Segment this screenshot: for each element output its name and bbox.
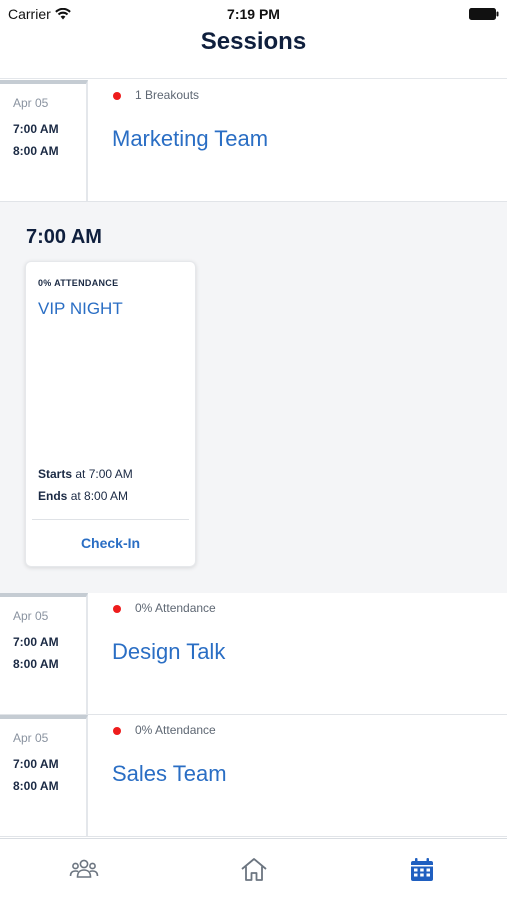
breakouts-panel: 7:00 AM 0% ATTENDANCE VIP NIGHT Starts a… bbox=[0, 202, 507, 594]
status-bar: Carrier 7:19 PM bbox=[0, 0, 507, 28]
session-title[interactable]: Marketing Team bbox=[112, 126, 268, 152]
session-status: 0% Attendance bbox=[135, 723, 216, 737]
session-start-time: 7:00 AM bbox=[13, 757, 59, 771]
breakout-title[interactable]: VIP NIGHT bbox=[38, 299, 123, 319]
card-divider bbox=[32, 519, 189, 520]
page-title: Sessions bbox=[200, 28, 307, 55]
session-end-time: 8:00 AM bbox=[13, 144, 59, 158]
session-date: Apr 05 bbox=[13, 731, 49, 745]
session-row[interactable]: Apr 05 7:00 AM 8:00 AM 1 Breakouts Marke… bbox=[0, 80, 507, 202]
tab-home[interactable] bbox=[234, 853, 274, 887]
starts-label: Starts bbox=[38, 467, 73, 481]
clock: 7:19 PM bbox=[227, 6, 280, 22]
breakout-end: Ends at 8:00 AM bbox=[38, 489, 128, 503]
check-in-button[interactable]: Check-In bbox=[26, 535, 195, 551]
session-date-column: Apr 05 7:00 AM 8:00 AM bbox=[0, 715, 88, 836]
session-status: 0% Attendance bbox=[135, 601, 216, 615]
session-status: 1 Breakouts bbox=[135, 88, 200, 102]
breakout-attendance: 0% ATTENDANCE bbox=[38, 278, 119, 288]
session-date-column: Apr 05 7:00 AM 8:00 AM bbox=[0, 593, 88, 714]
session-date: Apr 05 bbox=[13, 609, 49, 623]
tab-bar bbox=[0, 838, 507, 900]
session-start-time: 7:00 AM bbox=[13, 122, 59, 136]
session-end-time: 8:00 AM bbox=[13, 779, 59, 793]
tab-attendees[interactable] bbox=[64, 853, 104, 887]
status-dot-icon bbox=[113, 727, 121, 735]
battery-icon bbox=[469, 8, 499, 20]
breakout-card[interactable]: 0% ATTENDANCE VIP NIGHT Starts at 7:00 A… bbox=[25, 261, 196, 567]
home-icon bbox=[241, 858, 267, 881]
breakout-time-heading: 7:00 AM bbox=[26, 226, 102, 248]
session-row[interactable]: Apr 05 7:00 AM 8:00 AM 0% Attendance Des… bbox=[0, 593, 507, 715]
session-end-time: 8:00 AM bbox=[13, 657, 59, 671]
breakout-start: Starts at 7:00 AM bbox=[38, 467, 133, 481]
session-title[interactable]: Sales Team bbox=[112, 761, 227, 787]
status-dot-icon bbox=[113, 605, 121, 613]
session-date: Apr 05 bbox=[13, 96, 49, 110]
starts-value: at 7:00 AM bbox=[75, 467, 133, 481]
session-title[interactable]: Design Talk bbox=[112, 639, 225, 665]
session-start-time: 7:00 AM bbox=[13, 635, 59, 649]
nav-header: Sessions bbox=[0, 28, 507, 79]
status-dot-icon bbox=[113, 92, 121, 100]
calendar-icon bbox=[411, 858, 433, 881]
people-icon bbox=[69, 859, 99, 878]
session-date-column: Apr 05 7:00 AM 8:00 AM bbox=[0, 80, 88, 201]
tab-sessions[interactable] bbox=[402, 853, 442, 887]
ends-value: at 8:00 AM bbox=[70, 489, 129, 503]
session-row[interactable]: Apr 05 7:00 AM 8:00 AM 0% Attendance Sal… bbox=[0, 715, 507, 837]
ends-label: Ends bbox=[38, 489, 68, 503]
